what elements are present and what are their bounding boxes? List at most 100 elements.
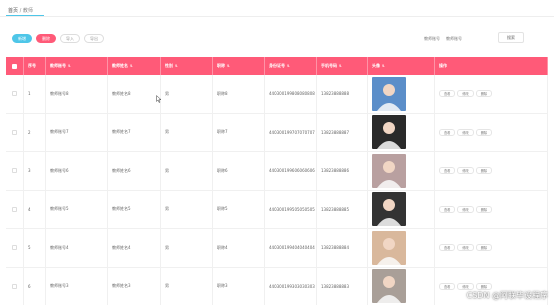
row-account: 教师账号4 bbox=[46, 229, 108, 267]
row-actions: 查看 修改 删除 bbox=[435, 152, 548, 190]
sort-icon[interactable]: ⇅ bbox=[287, 64, 290, 68]
sort-icon[interactable]: ⇅ bbox=[175, 64, 178, 68]
import-button[interactable]: 导入 bbox=[60, 34, 80, 43]
row-actions: 查看 修改 删除 bbox=[435, 113, 548, 151]
row-index: 3 bbox=[24, 152, 46, 190]
sort-icon[interactable]: ⇅ bbox=[227, 64, 230, 68]
table-row: 4 教师账号5 教师姓名5 男 职称5 440300199505050505 1… bbox=[6, 190, 548, 229]
row-select-cell bbox=[6, 229, 24, 267]
row-index: 1 bbox=[24, 75, 46, 113]
header-title[interactable]: 职称 ⇅ bbox=[213, 57, 265, 75]
header-index: 序号 bbox=[24, 57, 46, 75]
sort-icon[interactable]: ⇅ bbox=[339, 64, 342, 68]
delete-row-button[interactable]: 删除 bbox=[475, 167, 493, 175]
row-gender: 男 bbox=[161, 113, 213, 151]
delete-row-button[interactable]: 删除 bbox=[475, 205, 493, 213]
row-id-number: 440300199606060606 bbox=[265, 152, 317, 190]
row-id-number: 440300199808080808 bbox=[265, 75, 317, 113]
view-button[interactable]: 查看 bbox=[439, 282, 456, 290]
sort-icon[interactable]: ⇅ bbox=[130, 64, 133, 68]
search-label: 教师账号 bbox=[424, 35, 440, 41]
row-name: 教师姓名4 bbox=[108, 229, 161, 267]
header-gender[interactable]: 性别 ⇅ bbox=[161, 57, 213, 75]
row-gender: 男 bbox=[161, 190, 213, 228]
edit-button[interactable]: 修改 bbox=[457, 90, 474, 98]
table-row: 2 教师账号7 教师姓名7 男 职称7 440300199707070707 1… bbox=[6, 113, 548, 152]
search-button[interactable]: 搜索 bbox=[498, 32, 524, 43]
row-title: 职称8 bbox=[213, 75, 265, 113]
mouse-cursor-icon bbox=[156, 95, 162, 103]
edit-button[interactable]: 修改 bbox=[457, 282, 474, 290]
header-name[interactable]: 教师姓名 ⇅ bbox=[108, 57, 161, 75]
row-avatar-cell bbox=[368, 75, 435, 113]
row-checkbox[interactable] bbox=[12, 91, 17, 97]
row-index: 2 bbox=[24, 113, 46, 151]
row-select-cell bbox=[6, 190, 24, 228]
search-form: 教师账号 bbox=[424, 34, 492, 43]
row-avatar-cell bbox=[368, 113, 435, 151]
header-actions: 操作 bbox=[435, 57, 548, 75]
row-checkbox[interactable] bbox=[12, 206, 17, 212]
row-gender: 男 bbox=[161, 267, 213, 305]
sort-icon[interactable]: ⇅ bbox=[382, 64, 385, 68]
search-input[interactable] bbox=[446, 34, 492, 43]
header-avatar[interactable]: 头像 ⇅ bbox=[368, 57, 435, 75]
row-avatar-cell bbox=[368, 267, 435, 305]
row-index: 4 bbox=[24, 190, 46, 228]
breadcrumb-home[interactable]: 首页 bbox=[8, 8, 18, 14]
row-name: 教师姓名6 bbox=[108, 152, 161, 190]
table-header: 序号 教师账号 ⇅ 教师姓名 ⇅ 性别 ⇅ 职称 ⇅ 身份证号 ⇅ 手机号码 ⇅ 头像 ⇅ 操… bbox=[6, 57, 548, 75]
row-name: 教师姓名8 bbox=[108, 75, 161, 113]
delete-row-button[interactable]: 删除 bbox=[475, 282, 493, 290]
delete-button[interactable]: 删除 bbox=[36, 34, 56, 43]
row-id-number: 440300199505050505 bbox=[265, 190, 317, 228]
row-index: 6 bbox=[24, 267, 46, 305]
row-checkbox[interactable] bbox=[12, 245, 17, 251]
breadcrumb: 首页 / 教师 bbox=[8, 7, 33, 14]
select-all-checkbox[interactable] bbox=[12, 63, 17, 69]
edit-button[interactable]: 修改 bbox=[457, 244, 474, 252]
table-body: 1 教师账号8 教师姓名8 男 职称8 440300199808080808 1… bbox=[6, 75, 548, 305]
row-name: 教师姓名5 bbox=[108, 190, 161, 228]
row-id-number: 440300199404040404 bbox=[265, 229, 317, 267]
table-row: 1 教师账号8 教师姓名8 男 职称8 440300199808080808 1… bbox=[6, 75, 548, 114]
header-id-number[interactable]: 身份证号 ⇅ bbox=[265, 57, 317, 75]
table-row: 3 教师账号6 教师姓名6 男 职称6 440300199606060606 1… bbox=[6, 152, 548, 191]
sort-icon[interactable]: ⇅ bbox=[68, 64, 71, 68]
view-button[interactable]: 查看 bbox=[439, 90, 456, 98]
row-account: 教师账号8 bbox=[46, 75, 108, 113]
delete-row-button[interactable]: 删除 bbox=[475, 128, 493, 136]
view-button[interactable]: 查看 bbox=[439, 244, 456, 252]
row-gender: 男 bbox=[161, 152, 213, 190]
view-button[interactable]: 查看 bbox=[439, 205, 456, 213]
view-button[interactable]: 查看 bbox=[439, 167, 456, 175]
row-actions: 查看 修改 删除 bbox=[435, 75, 548, 113]
row-title: 职称6 bbox=[213, 152, 265, 190]
edit-button[interactable]: 修改 bbox=[457, 205, 474, 213]
row-avatar-cell bbox=[368, 190, 435, 228]
avatar bbox=[372, 153, 406, 188]
select-all-cell bbox=[6, 57, 24, 75]
header-account[interactable]: 教师账号 ⇅ bbox=[46, 57, 108, 75]
row-actions: 查看 修改 删除 bbox=[435, 229, 548, 267]
export-button[interactable]: 导出 bbox=[84, 34, 104, 43]
view-button[interactable]: 查看 bbox=[439, 128, 456, 136]
avatar bbox=[372, 115, 406, 150]
delete-row-button[interactable]: 删除 bbox=[475, 244, 493, 252]
edit-button[interactable]: 修改 bbox=[457, 128, 474, 136]
edit-button[interactable]: 修改 bbox=[457, 167, 474, 175]
row-checkbox[interactable] bbox=[12, 168, 17, 174]
row-id-number: 440300199707070707 bbox=[265, 113, 317, 151]
row-checkbox[interactable] bbox=[12, 283, 17, 289]
row-index: 5 bbox=[24, 229, 46, 267]
row-account: 教师账号7 bbox=[46, 113, 108, 151]
header-phone[interactable]: 手机号码 ⇅ bbox=[317, 57, 368, 75]
row-phone: 13823888888 bbox=[317, 75, 368, 113]
add-button[interactable]: 新增 bbox=[12, 34, 32, 43]
row-actions: 查看 修改 删除 bbox=[435, 190, 548, 228]
row-title: 职称7 bbox=[213, 113, 265, 151]
row-checkbox[interactable] bbox=[12, 129, 17, 135]
delete-row-button[interactable]: 删除 bbox=[475, 90, 493, 98]
breadcrumb-current: 教师 bbox=[22, 8, 33, 14]
row-avatar-cell bbox=[368, 229, 435, 267]
